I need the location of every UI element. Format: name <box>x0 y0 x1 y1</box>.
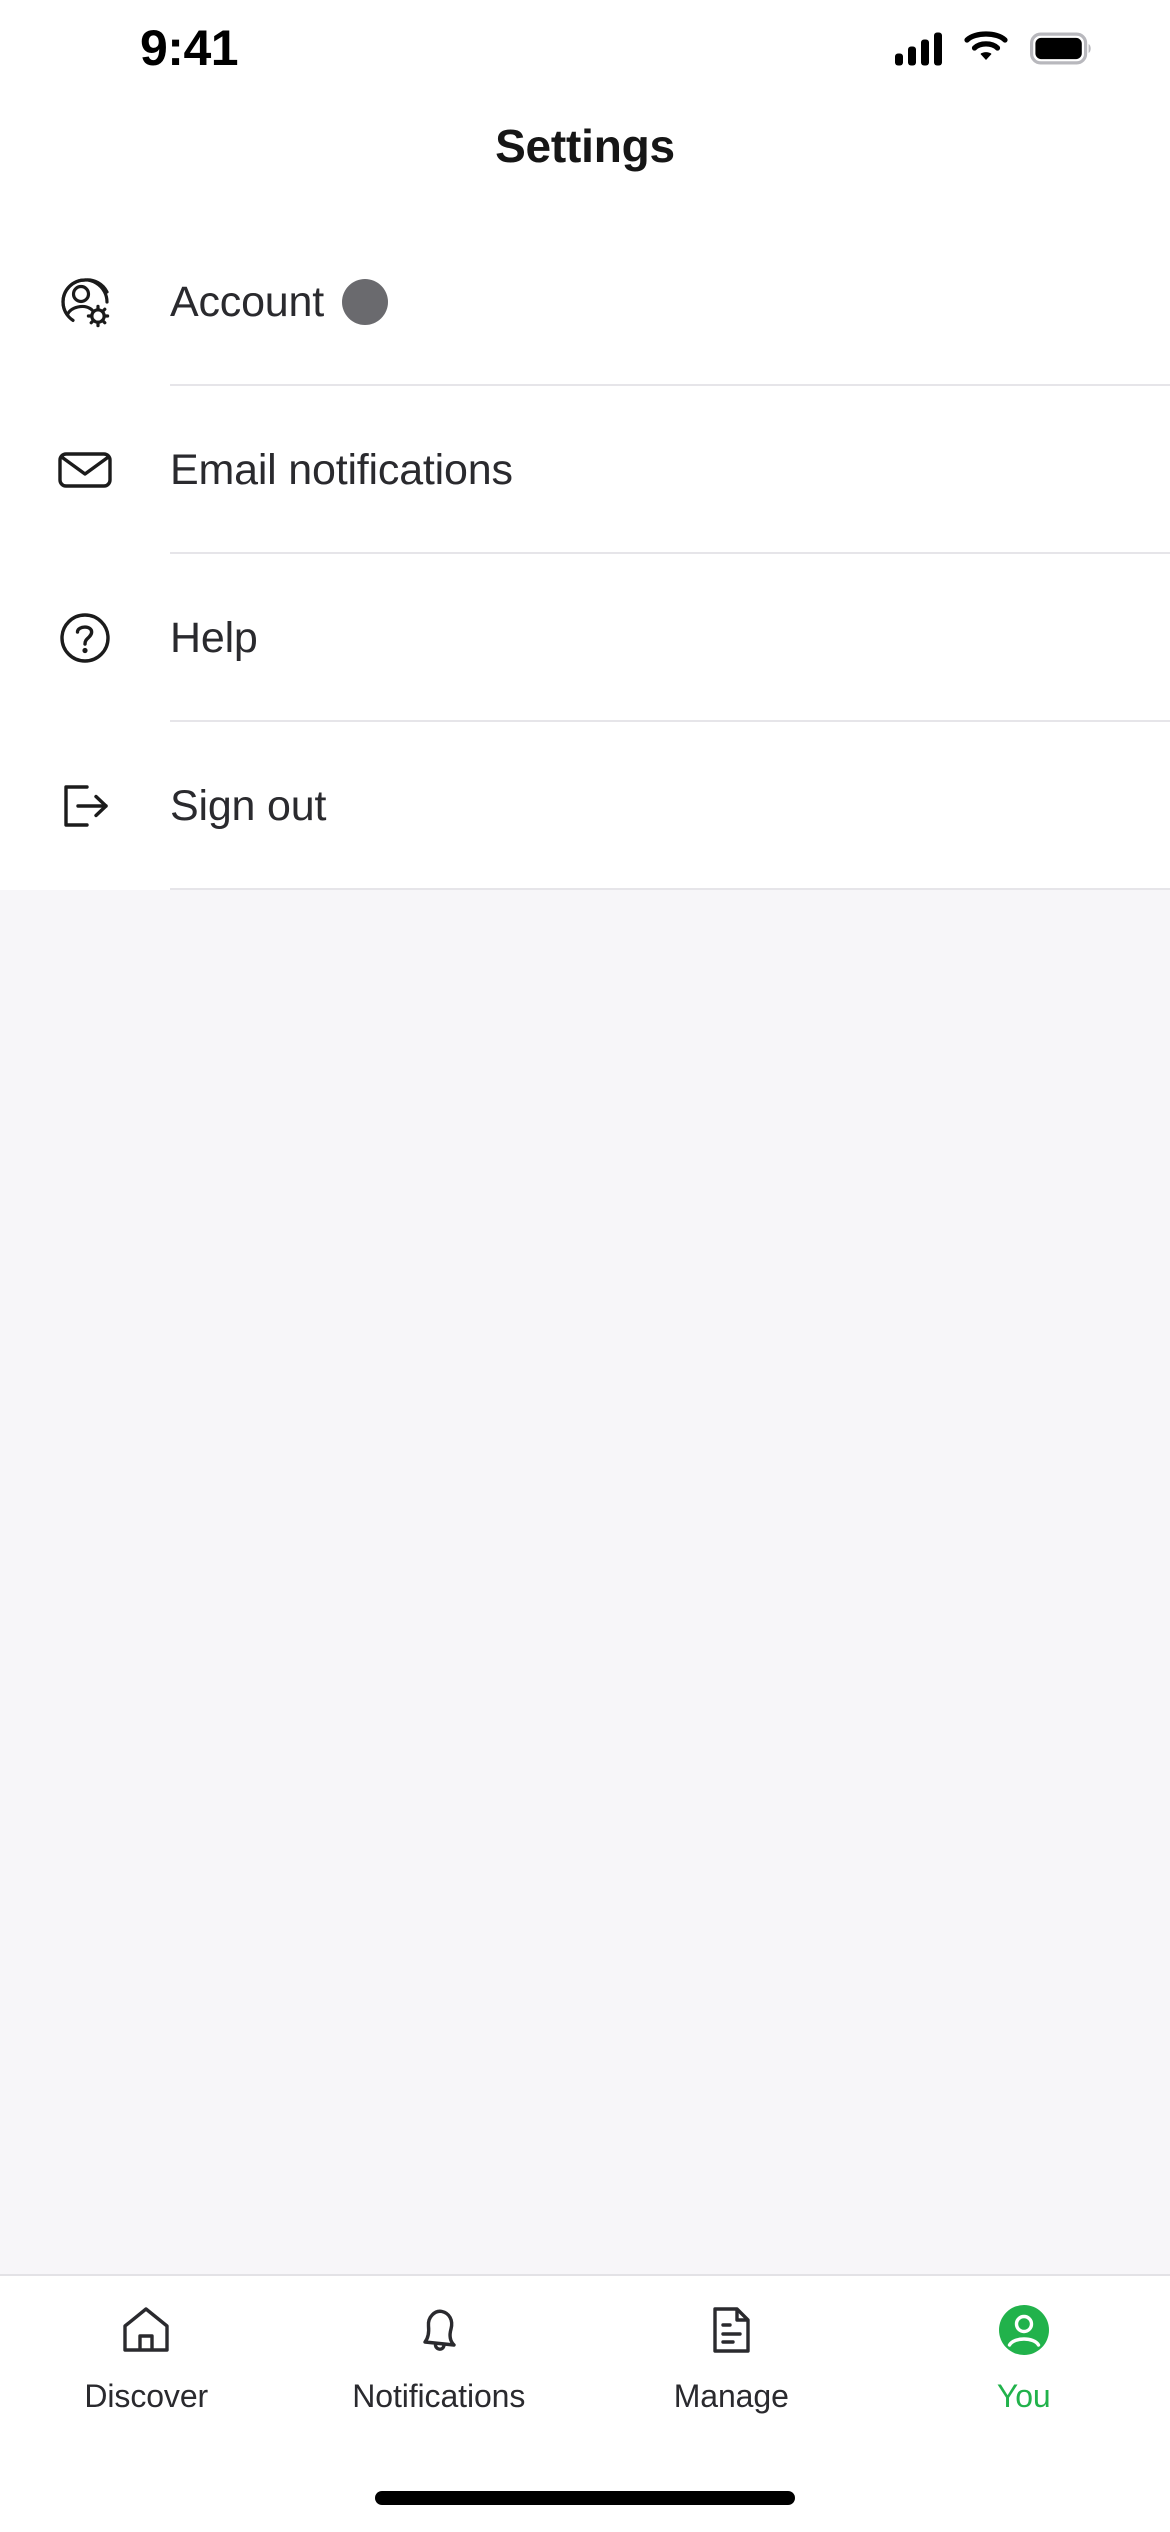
tab-label-you: You <box>996 2378 1051 2414</box>
status-bar-icons <box>895 29 1092 68</box>
cellular-signal-icon <box>895 31 942 65</box>
home-icon <box>116 2298 176 2362</box>
question-circle-icon <box>0 607 170 669</box>
email-notifications-label: Email notifications <box>170 445 513 494</box>
document-icon <box>701 2298 761 2362</box>
settings-row-email-notifications[interactable]: Email notifications <box>0 386 1170 554</box>
row-divider <box>170 888 1170 890</box>
settings-row-help[interactable]: Help <box>0 554 1170 722</box>
battery-full-icon <box>1030 32 1092 64</box>
help-label: Help <box>170 613 258 662</box>
bell-icon <box>409 2298 469 2362</box>
settings-row-label: Help <box>170 614 258 663</box>
bottom-tab-bar: Discover Notifications Manage You <box>0 2274 1170 2464</box>
account-gear-icon <box>0 271 170 333</box>
settings-row-account[interactable]: Account <box>0 218 1170 386</box>
settings-row-label: Sign out <box>170 782 326 831</box>
home-indicator[interactable] <box>375 2491 795 2505</box>
settings-row-sign-out[interactable]: Sign out <box>0 722 1170 890</box>
settings-list: Account Email notifications Help Sign ou… <box>0 196 1170 890</box>
page-title: Settings <box>495 120 675 172</box>
tab-label-manage: Manage <box>673 2378 789 2414</box>
tab-label-discover: Discover <box>84 2378 209 2414</box>
page-header: Settings <box>0 96 1170 196</box>
account-label: Account <box>170 277 324 326</box>
person-avatar-icon <box>994 2298 1054 2362</box>
account-avatar <box>341 279 388 325</box>
tab-notifications[interactable]: Notifications <box>293 2298 586 2415</box>
status-bar: 9:41 <box>0 0 1170 96</box>
tab-you[interactable]: You <box>878 2298 1170 2415</box>
settings-screen: 9:41 Settings Account Email notification… <box>0 0 1170 2532</box>
wifi-icon <box>964 29 1008 68</box>
envelope-icon <box>0 439 170 501</box>
sign-out-icon <box>0 775 170 837</box>
content-area <box>0 890 1170 2274</box>
tab-label-notifications: Notifications <box>352 2378 526 2414</box>
status-bar-time: 9:41 <box>140 20 239 76</box>
tab-manage[interactable]: Manage <box>585 2298 878 2415</box>
home-indicator-area <box>0 2464 1170 2532</box>
sign-out-label: Sign out <box>170 781 327 830</box>
settings-row-label: Account <box>170 278 388 327</box>
tab-discover[interactable]: Discover <box>0 2298 293 2415</box>
settings-row-label: Email notifications <box>170 446 513 495</box>
